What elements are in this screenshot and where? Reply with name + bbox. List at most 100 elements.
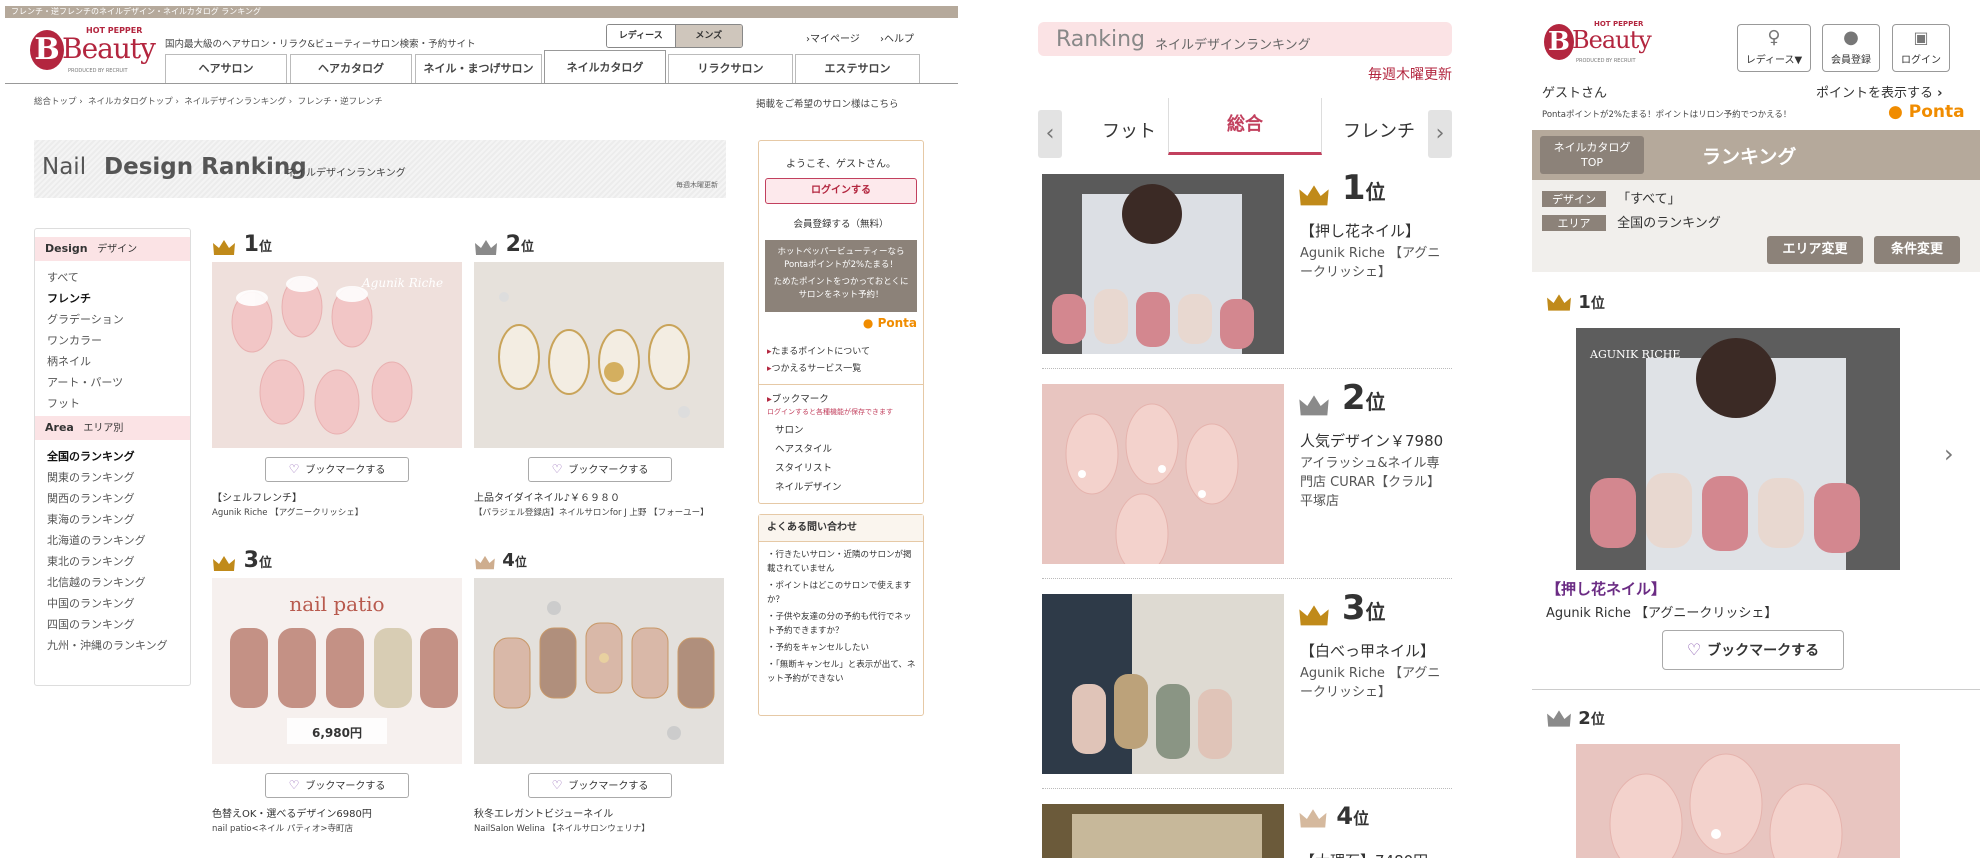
tab-overall[interactable]: 総合 — [1168, 98, 1322, 155]
faq-item[interactable]: ・行きたいサロン・近隣のサロンが掲載されていません — [767, 548, 917, 576]
m2-logo[interactable]: HOT PEPPER B Beauty PRODUCED BY RECRUIT — [1544, 20, 1656, 68]
mens-tab[interactable]: メンズ — [674, 25, 742, 47]
rank-1-image[interactable]: Agunik Riche — [212, 262, 462, 448]
rank-2-salon[interactable]: 【パラジェル登録店】ネイルサロンfor J 上野 【フォーユー】 — [474, 506, 724, 518]
my-page-link[interactable]: ›マイページ — [806, 30, 860, 45]
rank-2-bookmark-button[interactable]: ♡ ブックマークする — [528, 457, 672, 482]
rank-3-salon[interactable]: nail patio<ネイル パティオ>寺町店 — [212, 822, 353, 834]
back-to-catalog-button[interactable]: ネイルカタログ TOP — [1540, 136, 1644, 174]
area-item-chugoku[interactable]: 中国のランキング — [47, 593, 190, 614]
area-item-national[interactable]: 全国のランキング — [47, 446, 190, 467]
m1-item-3-image[interactable] — [1042, 594, 1284, 774]
area-item-kanto[interactable]: 関東のランキング — [47, 467, 190, 488]
rank-3-image[interactable]: nail patio 6,980円 — [212, 578, 462, 764]
m1-item-3-title[interactable]: 【白べっ甲ネイル】 — [1300, 640, 1435, 661]
m2-item-1-salon[interactable]: Agunik Riche 【アグニークリッシェ】 — [1546, 602, 1777, 621]
login-button[interactable]: ログインする — [765, 178, 917, 204]
m1-item-1-title[interactable]: 【押し花ネイル】 — [1300, 220, 1420, 241]
member-register-button[interactable]: ● 会員登録 — [1822, 24, 1880, 72]
login-box: ようこそ、ゲストさん。 ログインする 会員登録する（無料） ホットペッパービュー… — [758, 140, 924, 504]
condition-change-button[interactable]: 条件変更 — [1874, 236, 1960, 264]
crown-icon — [213, 240, 235, 255]
design-item-foot[interactable]: フット — [47, 393, 190, 414]
rank-1-salon[interactable]: Agunik Riche 【アグニークリッシェ】 — [212, 506, 363, 518]
rank-4-bookmark-button[interactable]: ♡ ブックマークする — [528, 773, 672, 798]
breadcrumb-top[interactable]: 総合トップ — [34, 97, 77, 107]
faq-item[interactable]: ・ポイントはどこのサロンで使えますか？ — [767, 579, 917, 607]
m2-item-1-title[interactable]: 【押し花ネイル】 — [1546, 578, 1666, 599]
my-page-label: マイページ — [810, 34, 860, 45]
area-item-tokai[interactable]: 東海のランキング — [47, 509, 190, 530]
area-item-hokkaido[interactable]: 北海道のランキング — [47, 530, 190, 551]
m1-item-4-image[interactable] — [1042, 804, 1284, 858]
update-note: 毎週木曜更新 — [1368, 67, 1452, 83]
area-item-tohoku[interactable]: 東北のランキング — [47, 551, 190, 572]
m1-item-1-image[interactable] — [1042, 174, 1284, 354]
faq-item[interactable]: ・予約をキャンセルしたい — [767, 641, 917, 655]
area-item-kansai[interactable]: 関西のランキング — [47, 488, 190, 509]
rank-3-bookmark-button[interactable]: ♡ ブックマークする — [265, 773, 409, 798]
bookmark-item-hairstyle[interactable]: ヘアスタイル — [775, 441, 923, 455]
m2-item-2-image[interactable] — [1576, 744, 1900, 858]
next-tab-button[interactable]: › — [1428, 110, 1452, 158]
help-link[interactable]: ›ヘルプ — [880, 30, 914, 45]
m1-item-2-image[interactable] — [1042, 384, 1284, 564]
bookmark-item-stylist[interactable]: スタイリスト — [775, 460, 923, 474]
rank-4-salon[interactable]: NailSalon Welina 【ネイルサロンウェリナ】 — [474, 822, 650, 834]
register-link[interactable]: 会員登録する（無料） — [759, 216, 923, 230]
breadcrumb-ranking[interactable]: ネイルデザインランキング — [184, 97, 286, 107]
m1-item-4-title[interactable]: 【大理石】7480円 — [1300, 850, 1428, 858]
tab-nail-catalog[interactable]: ネイルカタログ — [544, 50, 666, 84]
design-item-all[interactable]: すべて — [47, 267, 190, 288]
tab-esthe-salon[interactable]: エステサロン — [795, 54, 920, 83]
top-strip-text: フレンチ・逆フレンチのネイルデザイン・ネイルカタログ ランキング — [11, 7, 262, 16]
m1-item-2-salon[interactable]: アイラッシュ&ネイル専門店 CURAR【クラル】 平塚店 — [1300, 454, 1450, 511]
rank-4-image[interactable] — [474, 578, 724, 764]
services-link[interactable]: ▸つかえるサービス一覧 — [767, 361, 923, 374]
salon-listing-link[interactable]: 掲載をご希望のサロン様はこちら — [756, 96, 899, 110]
tab-french[interactable]: フレンチ — [1324, 110, 1434, 154]
m2-item-1-image[interactable]: AGUNIK RICHE — [1576, 328, 1900, 570]
breadcrumb-nail-catalog[interactable]: ネイルカタログトップ — [88, 97, 173, 107]
show-points-link[interactable]: ポイントを表示する › — [1816, 82, 1943, 101]
m1-item-2-title[interactable]: 人気デザイン￥7980 — [1300, 430, 1443, 451]
design-item-pattern[interactable]: 柄ネイル — [47, 351, 190, 372]
login-button[interactable]: ▣ ログイン — [1892, 24, 1950, 72]
faq-item[interactable]: ・子供や友達の分の予約も代行でネット予約できますか？ — [767, 610, 917, 638]
rank-1-num: 1 — [243, 232, 259, 257]
design-item-one-color[interactable]: ワンカラー — [47, 330, 190, 351]
logo-beauty: Beauty — [62, 32, 156, 65]
m1-item-1-salon[interactable]: Agunik Riche 【アグニークリッシェ】 — [1300, 244, 1450, 282]
logo[interactable]: HOT PEPPER B Beauty PRODUCED BY RECRUIT — [30, 24, 156, 76]
rank-3-suffix: 位 — [258, 556, 272, 571]
design-item-art-parts[interactable]: アート・パーツ — [47, 372, 190, 393]
rank-4-title[interactable]: 秋冬エレガントビジューネイル — [474, 805, 613, 820]
tab-nail-eyelash-salon[interactable]: ネイル・まつげサロン — [415, 54, 542, 83]
rank-2-image[interactable] — [474, 262, 724, 448]
points-link[interactable]: ▸たまるポイントについて — [767, 344, 923, 357]
rank-3-title[interactable]: 色替えOK・選べるデザイン6980円 — [212, 805, 372, 820]
area-item-kyushu[interactable]: 九州・沖縄のランキング — [47, 635, 190, 656]
rank-1-title[interactable]: 【シェルフレンチ】 — [212, 489, 302, 504]
m1-item-3-salon[interactable]: Agunik Riche 【アグニークリッシェ】 — [1300, 664, 1450, 702]
tab-relax-salon[interactable]: リラクサロン — [668, 54, 793, 83]
ladies-menu-button[interactable]: ♀ レディース▼ — [1737, 24, 1811, 72]
bookmark-item-salon[interactable]: サロン — [775, 422, 923, 436]
area-change-button[interactable]: エリア変更 — [1767, 236, 1863, 264]
area-item-hokushinetsu[interactable]: 北信越のランキング — [47, 572, 190, 593]
rank-2-title[interactable]: 上品タイダイネイル♪￥６９８０ — [474, 489, 620, 504]
m2-item-1-bookmark-button[interactable]: ♡ ブックマークする — [1662, 630, 1844, 670]
design-item-french[interactable]: フレンチ — [47, 288, 190, 309]
area-item-shikoku[interactable]: 四国のランキング — [47, 614, 190, 635]
faq-item[interactable]: ・「無断キャンセル」と表示が出て、ネット予約ができない — [767, 658, 917, 686]
carousel-next-icon[interactable]: › — [1944, 440, 1954, 468]
tab-hair-salon[interactable]: ヘアサロン — [165, 54, 287, 83]
points-link-label: たまるポイントについて — [771, 347, 870, 357]
tab-hair-catalog[interactable]: ヘアカタログ — [290, 54, 412, 83]
ladies-tab[interactable]: レディース — [607, 25, 675, 47]
design-item-gradation[interactable]: グラデーション — [47, 309, 190, 330]
rank-1-bookmark-button[interactable]: ♡ ブックマークする — [265, 457, 409, 482]
bookmark-item-nail-design[interactable]: ネイルデザイン — [775, 479, 923, 493]
chevron-right-icon: › — [1435, 121, 1445, 146]
prev-tab-button[interactable]: ‹ — [1038, 110, 1062, 158]
